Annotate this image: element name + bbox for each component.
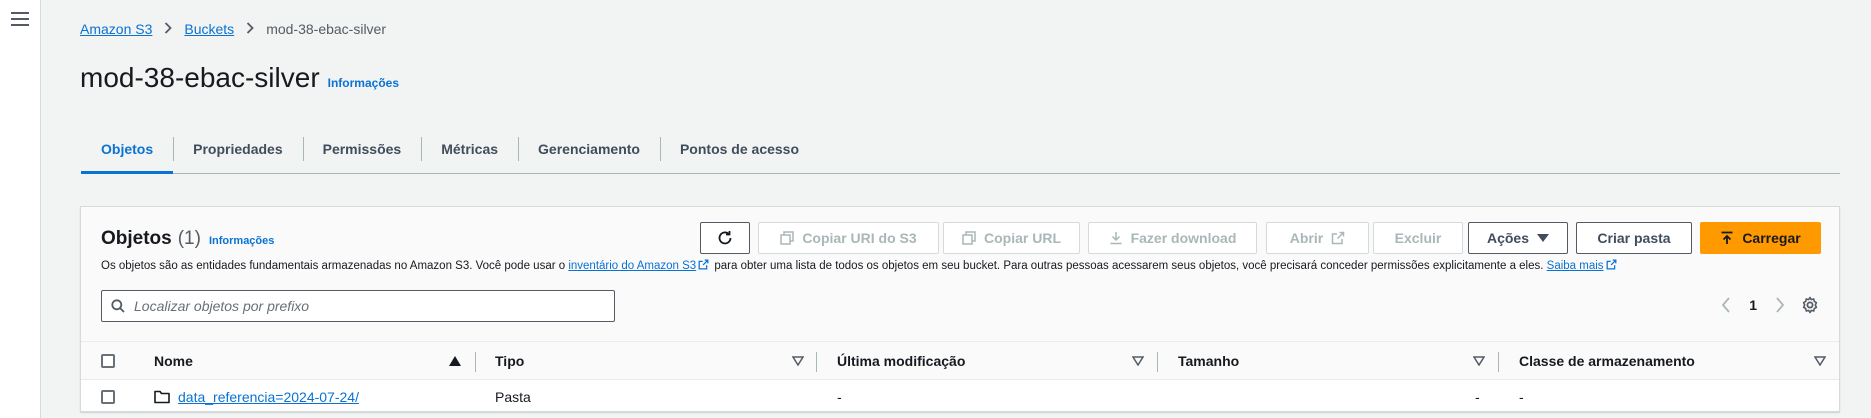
column-header-name[interactable]: Nome xyxy=(154,342,193,379)
copy-url-label: Copiar URL xyxy=(984,230,1061,246)
select-all-checkbox[interactable] xyxy=(101,353,115,368)
download-label: Fazer download xyxy=(1130,230,1237,246)
chevron-right-icon xyxy=(246,21,254,37)
row-type: Pasta xyxy=(495,388,531,405)
delete-button[interactable]: Excluir xyxy=(1373,222,1463,254)
download-icon xyxy=(1110,232,1122,245)
refresh-icon xyxy=(718,231,732,245)
column-divider[interactable] xyxy=(1498,352,1499,372)
breadcrumb-amazon-s3[interactable]: Amazon S3 xyxy=(80,21,152,37)
upload-label: Carregar xyxy=(1742,230,1801,246)
external-link-icon xyxy=(1606,259,1616,270)
angle-left-icon[interactable] xyxy=(1721,297,1731,313)
create-folder-button[interactable]: Criar pasta xyxy=(1576,222,1692,254)
table-header: Nome Tipo Última modificação Tamanho Cla… xyxy=(81,342,1839,380)
gear-icon[interactable] xyxy=(1801,296,1819,314)
search-input[interactable] xyxy=(134,298,614,314)
learn-more-link[interactable]: Saiba mais xyxy=(1547,260,1604,272)
row-checkbox[interactable] xyxy=(101,389,115,404)
description-text-2: para obter uma lista de todos os objetos… xyxy=(711,260,1547,272)
upload-button[interactable]: Carregar xyxy=(1700,222,1821,254)
table-row: data_referencia=2024-07-24/ Pasta - - - xyxy=(81,380,1839,413)
external-link-icon xyxy=(1331,231,1345,245)
search-icon xyxy=(111,299,125,313)
copy-url-button[interactable]: Copiar URL xyxy=(943,222,1080,254)
column-divider[interactable] xyxy=(475,352,476,372)
sort-caret-icon[interactable] xyxy=(792,356,804,366)
row-storage-class: - xyxy=(1519,388,1524,405)
tab-list: Objetos Propriedades Permissões Métricas… xyxy=(81,125,1840,174)
column-divider[interactable] xyxy=(816,352,817,372)
sort-caret-icon[interactable] xyxy=(1814,356,1826,366)
objects-panel: Objetos (1) Informações Copiar URI do S3… xyxy=(80,206,1840,412)
column-header-modified[interactable]: Última modificação xyxy=(837,342,965,379)
tab-metricas[interactable]: Métricas xyxy=(421,125,518,173)
breadcrumb-current: mod-38-ebac-silver xyxy=(266,21,387,37)
pagination: 1 xyxy=(1721,297,1785,313)
delete-label: Excluir xyxy=(1394,230,1442,246)
column-header-size[interactable]: Tamanho xyxy=(1178,342,1239,379)
tab-pontos-de-acesso[interactable]: Pontos de acesso xyxy=(659,125,819,173)
download-button[interactable]: Fazer download xyxy=(1088,222,1257,254)
copy-icon xyxy=(780,231,795,245)
sort-caret-icon[interactable] xyxy=(1473,356,1485,366)
actions-dropdown[interactable]: Ações xyxy=(1468,222,1568,254)
search-box xyxy=(101,290,615,322)
sort-caret-icon[interactable] xyxy=(1132,356,1144,366)
page-title: mod-38-ebac-silver xyxy=(80,62,320,93)
chevron-right-icon xyxy=(164,21,173,37)
objects-info-link[interactable]: Informações xyxy=(209,235,274,247)
copy-s3-uri-label: Copiar URI do S3 xyxy=(802,230,917,246)
breadcrumb: Amazon S3 Buckets mod-38-ebac-silver xyxy=(80,21,386,37)
description-text-1: Os objetos são as entidades fundamentais… xyxy=(101,260,569,272)
copy-s3-uri-button[interactable]: Copiar URI do S3 xyxy=(758,222,939,254)
create-folder-label: Criar pasta xyxy=(1597,230,1671,246)
tab-objetos[interactable]: Objetos xyxy=(81,125,174,174)
folder-icon xyxy=(154,390,170,403)
angle-right-icon[interactable] xyxy=(1775,297,1785,313)
column-header-type[interactable]: Tipo xyxy=(495,342,524,379)
upload-icon xyxy=(1721,231,1733,244)
tab-permissoes[interactable]: Permissões xyxy=(302,125,422,173)
side-navigation xyxy=(0,0,41,418)
external-link-icon xyxy=(698,259,709,270)
column-header-storage-class[interactable]: Classe de armazenamento xyxy=(1519,342,1695,379)
row-modified: - xyxy=(837,388,842,405)
objects-count: (1) xyxy=(177,228,201,249)
caret-down-icon xyxy=(1537,234,1550,242)
menu-icon[interactable] xyxy=(11,12,29,28)
info-link[interactable]: Informações xyxy=(328,76,399,90)
folder-name-link[interactable]: data_referencia=2024-07-24/ xyxy=(178,389,359,405)
actions-label: Ações xyxy=(1486,230,1530,246)
row-size: - xyxy=(1475,388,1480,405)
open-button[interactable]: Abrir xyxy=(1266,222,1369,254)
sort-asc-icon[interactable] xyxy=(449,356,461,366)
tab-gerenciamento[interactable]: Gerenciamento xyxy=(518,125,660,173)
objects-panel-header: Objetos (1) Informações Copiar URI do S3… xyxy=(81,207,1839,342)
objects-heading: Objetos xyxy=(101,228,172,249)
objects-title: Objetos (1) Informações xyxy=(101,228,274,250)
tab-propriedades[interactable]: Propriedades xyxy=(173,125,302,173)
page-header: mod-38-ebac-silver Informações xyxy=(80,62,399,94)
inventory-link[interactable]: inventário do Amazon S3 xyxy=(568,260,696,272)
page-number[interactable]: 1 xyxy=(1749,297,1757,313)
column-divider[interactable] xyxy=(1157,352,1158,372)
breadcrumb-buckets[interactable]: Buckets xyxy=(184,21,234,37)
objects-description: Os objetos são as entidades fundamentais… xyxy=(101,259,1619,272)
refresh-button[interactable] xyxy=(700,222,750,254)
copy-icon xyxy=(962,231,976,245)
open-label: Abrir xyxy=(1289,230,1324,246)
